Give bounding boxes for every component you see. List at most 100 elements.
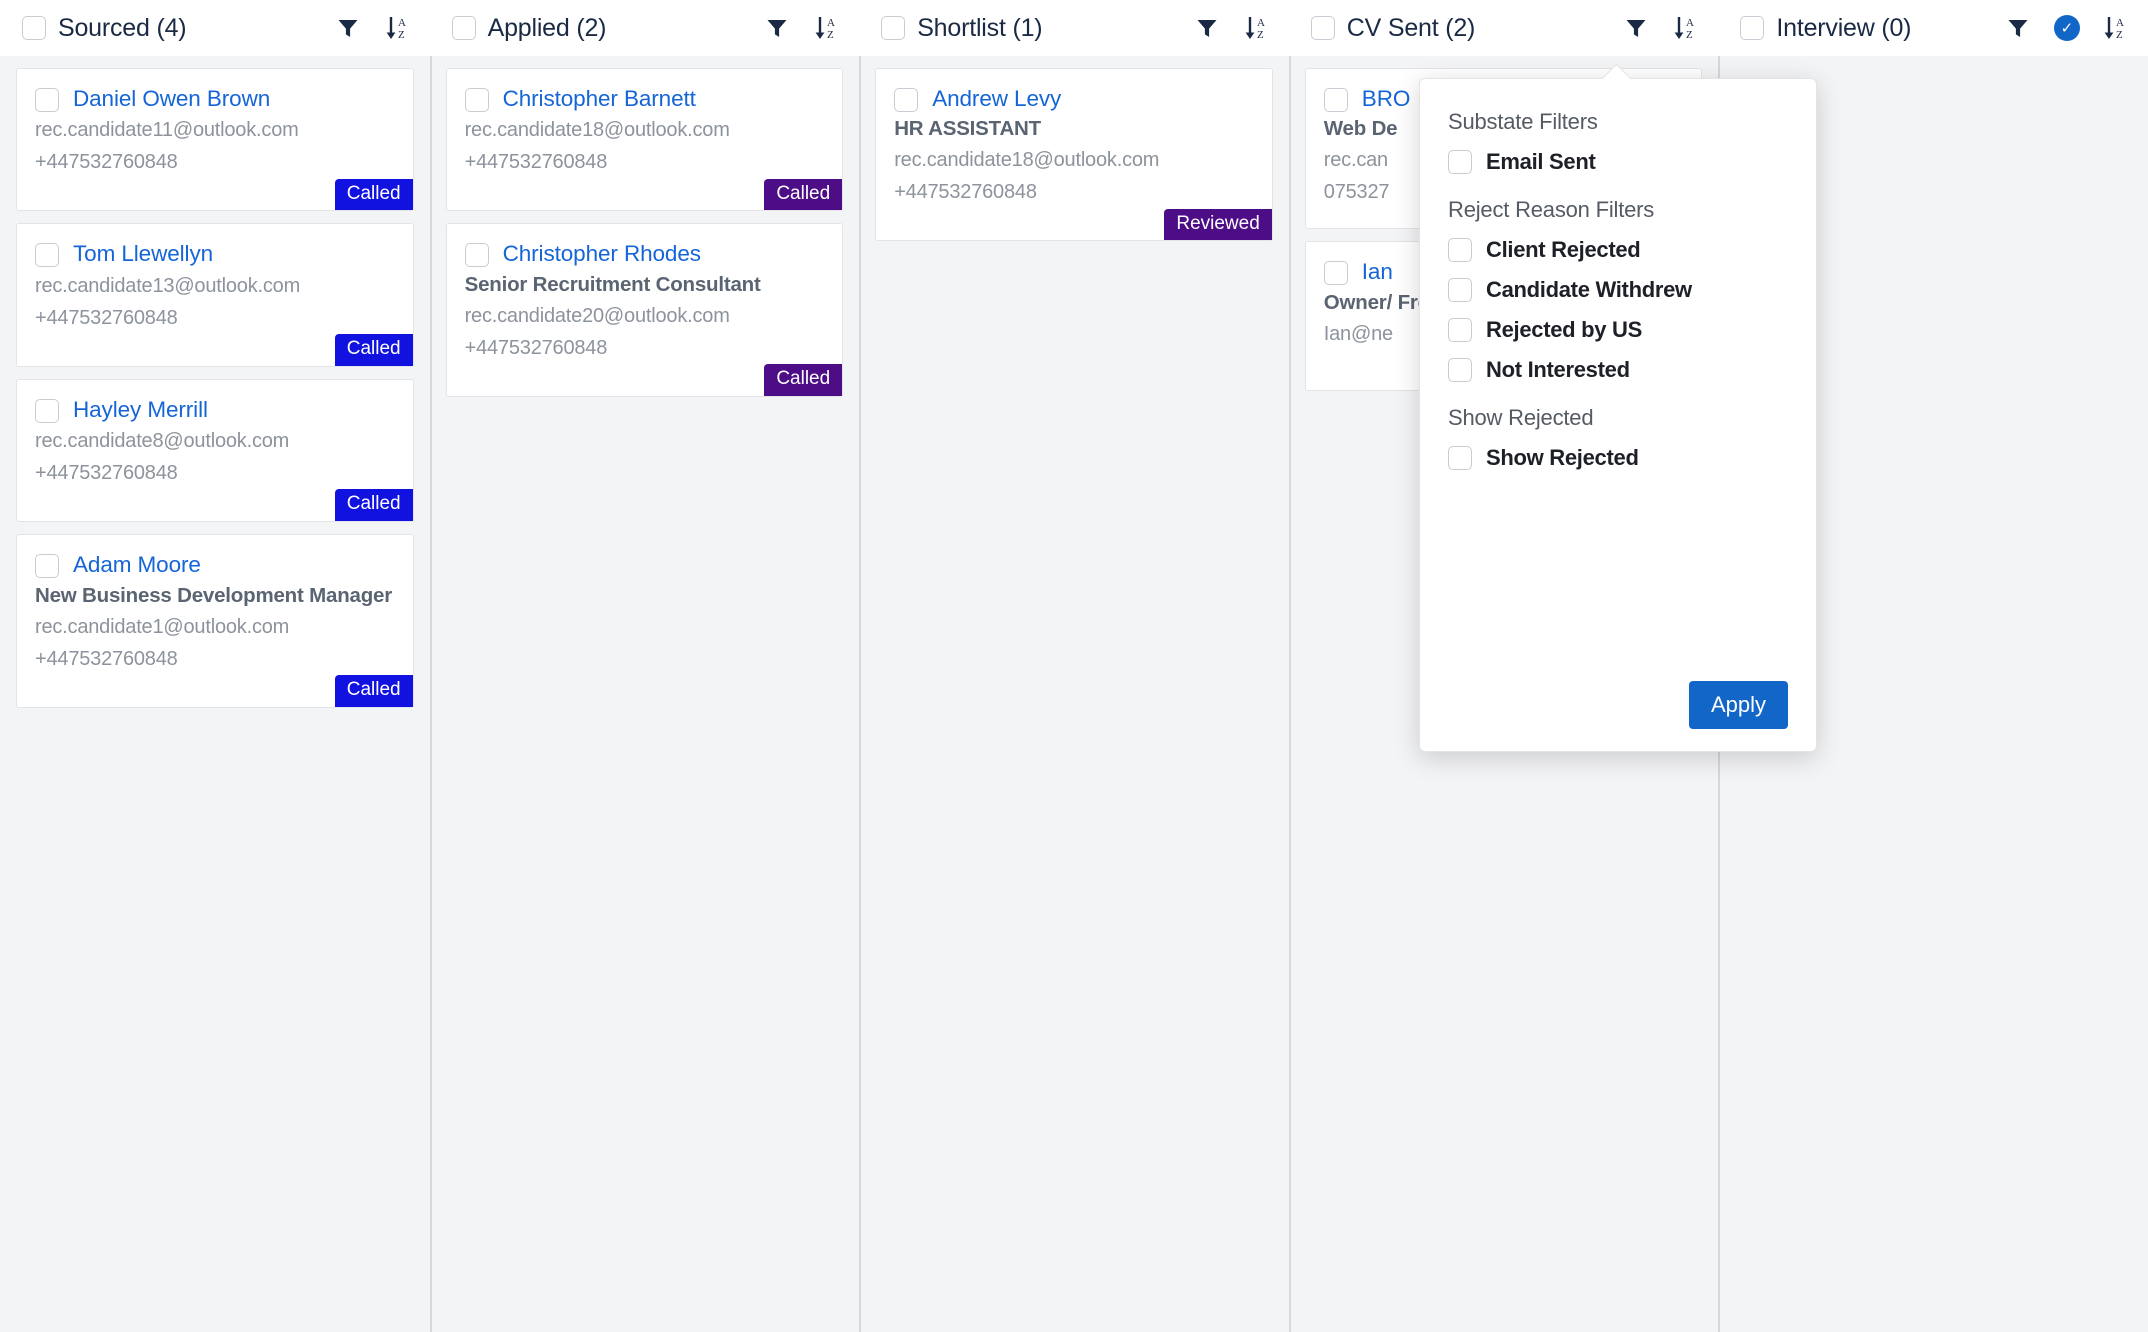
card-header-row: Christopher Barnett (464, 85, 825, 112)
candidate-email: rec.candidate20@outlook.com (464, 304, 730, 327)
filter-option-row[interactable]: Candidate Withdrew (1448, 277, 1788, 303)
candidate-phone: +447532760848 (894, 181, 1037, 204)
kanban-column: Applied (2) A Z Christopher Barnett rec.cand… (429, 0, 860, 1332)
filter-option-checkbox[interactable] (1448, 238, 1472, 262)
candidate-phone: +447532760848 (464, 336, 608, 359)
candidate-select-checkbox[interactable] (1323, 88, 1348, 112)
candidate-card[interactable]: Andrew Levy HR ASSISTANT rec.candidate18@o… (875, 68, 1273, 242)
card-header-row: Andrew Levy (894, 85, 1254, 112)
candidate-card[interactable]: Christopher Rhodes Senior Recruitment Con… (445, 223, 844, 397)
dropdown-footer: Apply (1448, 681, 1788, 729)
filter-option-label: Show Rejected (1486, 445, 1639, 470)
filter-icon[interactable] (1622, 14, 1650, 42)
candidate-phone: +447532760848 (35, 462, 178, 485)
svg-text:A: A (827, 17, 835, 29)
filter-icon[interactable] (1193, 14, 1221, 42)
filter-option-row[interactable]: Rejected by US (1448, 317, 1788, 343)
sort-az-icon[interactable]: AZ (2102, 14, 2130, 42)
candidate-name-link[interactable]: Tom Llewellyn (73, 240, 213, 267)
sort-az-icon[interactable]: AZ (384, 14, 412, 42)
kanban-column: Sourced (4) A Z Daniel Owen Brown rec.candid… (0, 0, 430, 1332)
filter-option-row[interactable]: Email Sent (1448, 149, 1788, 175)
column-select-all-checkbox[interactable] (881, 16, 906, 40)
filter-option-checkbox[interactable] (1448, 278, 1472, 302)
svg-text:Z: Z (1257, 29, 1264, 41)
candidate-phone: +447532760848 (35, 647, 178, 670)
sort-az-icon[interactable]: AZ (1243, 14, 1271, 42)
column-header: CV Sent (2) A Z (1288, 0, 1719, 56)
apply-button[interactable]: Apply (1688, 681, 1788, 729)
candidate-select-checkbox[interactable] (35, 243, 59, 268)
column-title: Sourced (4) (58, 13, 187, 42)
candidate-job-title: New Business Development Manager (35, 583, 393, 607)
candidate-phone: +447532760848 (35, 151, 178, 174)
column-select-all-checkbox[interactable] (1310, 16, 1335, 40)
sort-az-icon[interactable]: AZ (1672, 14, 1700, 42)
column-title: Applied (2) (487, 13, 607, 42)
filter-option-label: Not Interested (1486, 357, 1630, 382)
candidate-name-link[interactable]: Andrew Levy (932, 85, 1061, 112)
candidate-select-checkbox[interactable] (1323, 261, 1348, 286)
candidate-card[interactable]: Daniel Owen Brown rec.candidate11@outlook… (16, 68, 414, 212)
candidate-select-checkbox[interactable] (894, 88, 919, 112)
filter-option-checkbox[interactable] (1448, 446, 1472, 470)
filter-option-checkbox[interactable] (1448, 358, 1472, 382)
column-select-all-checkbox[interactable] (22, 16, 46, 40)
candidate-status-badge: Called (764, 364, 843, 396)
filter-option-label: Rejected by US (1486, 317, 1642, 342)
candidate-card[interactable]: Tom Llewellyn rec.candidate13@outlook.com… (16, 223, 414, 367)
candidate-name-link[interactable]: Daniel Owen Brown (73, 85, 270, 112)
filter-option-row[interactable]: Show Rejected (1448, 445, 1788, 471)
candidate-card[interactable]: Christopher Barnett rec.candidate18@outlo… (445, 68, 844, 212)
filter-icon[interactable] (2004, 14, 2032, 42)
column-card-list: Daniel Owen Brown rec.candidate11@outlook… (0, 56, 430, 1332)
filter-option-row[interactable]: Not Interested (1448, 357, 1788, 383)
candidate-email: rec.candidate11@outlook.com (35, 119, 299, 142)
candidate-status-badge: Called (334, 178, 413, 211)
candidate-status-badge: Called (334, 333, 413, 366)
candidate-select-checkbox[interactable] (35, 88, 59, 112)
filter-section-title: Show Rejected (1448, 405, 1594, 430)
candidate-name-link[interactable]: Ian (1362, 258, 1393, 285)
candidate-select-checkbox[interactable] (35, 398, 59, 423)
candidate-name-link[interactable]: Christopher Rhodes (503, 240, 701, 267)
candidate-card[interactable]: Adam Moore New Business Development Manag… (16, 534, 414, 708)
candidate-email: rec.candidate8@outlook.com (35, 430, 290, 453)
candidate-email: rec.candidate18@outlook.com (464, 119, 730, 142)
filter-option-checkbox[interactable] (1448, 150, 1472, 174)
candidate-name-link[interactable]: BRO (1362, 85, 1411, 112)
filter-option-checkbox[interactable] (1448, 318, 1472, 342)
candidate-card[interactable]: Hayley Merrill rec.candidate8@outlook.com… (16, 378, 414, 523)
filter-option-label: Email Sent (1486, 149, 1596, 174)
sort-az-icon[interactable]: AZ (813, 14, 841, 42)
filter-option-row[interactable]: Client Rejected (1448, 237, 1788, 263)
candidate-select-checkbox[interactable] (464, 88, 489, 112)
column-header-actions: AZ (334, 14, 412, 42)
candidate-job-title: Senior Recruitment Consultant (464, 272, 761, 296)
candidate-select-checkbox[interactable] (464, 243, 489, 268)
candidate-select-checkbox[interactable] (35, 554, 59, 579)
candidate-name-link[interactable]: Adam Moore (73, 551, 201, 578)
column-header-actions: AZ (1622, 14, 1700, 42)
filter-icon[interactable] (763, 14, 791, 42)
svg-text:Z: Z (398, 29, 405, 41)
svg-text:Z: Z (2116, 29, 2123, 41)
column-header: Applied (2) A Z (429, 0, 860, 56)
candidate-name-link[interactable]: Christopher Barnett (503, 85, 696, 112)
candidate-status-badge: Reviewed (1164, 208, 1272, 241)
card-header-row: Hayley Merrill (35, 396, 395, 423)
column-header: Shortlist (1) A Z (859, 0, 1289, 56)
candidate-status-badge: Called (334, 489, 413, 522)
card-header-row: Christopher Rhodes (464, 240, 825, 268)
filter-option-label: Client Rejected (1486, 237, 1641, 262)
candidate-status-badge: Called (334, 674, 413, 707)
filter-icon[interactable] (334, 14, 362, 42)
card-header-row: Tom Llewellyn (35, 240, 395, 268)
filter-section-title: Reject Reason Filters (1448, 197, 1655, 222)
column-select-all-checkbox[interactable] (1740, 16, 1765, 40)
column-select-all-checkbox[interactable] (451, 16, 476, 40)
column-header-actions: AZ (1193, 14, 1271, 42)
column-title: Shortlist (1) (917, 13, 1043, 42)
candidate-name-link[interactable]: Hayley Merrill (73, 396, 208, 423)
column-header: Interview (0) ✓ A Z (1718, 0, 2148, 56)
